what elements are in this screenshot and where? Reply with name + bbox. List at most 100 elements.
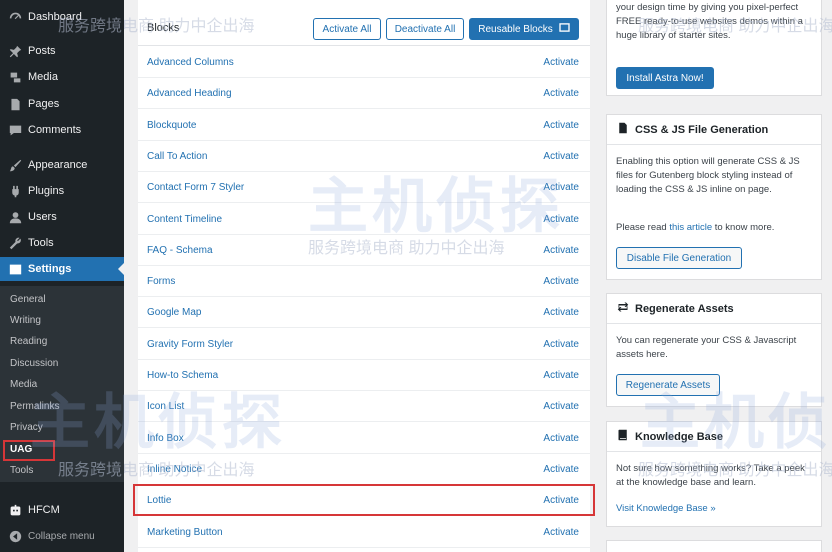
dashboard-icon [8,10,22,24]
block-row: How-to Schema Activate [138,360,590,391]
menu-label: Tools [28,237,54,249]
block-activate-link[interactable]: Activate [543,339,579,350]
block-row: Marketing Button Activate [138,517,590,548]
regenerate-panel: Regenerate Assets You can regenerate you… [606,293,822,407]
block-name[interactable]: How-to Schema [147,370,218,381]
read-suffix: to know more. [712,222,775,233]
submenu-general[interactable]: General [10,294,46,305]
submenu-reading[interactable]: Reading [10,336,47,347]
block-name[interactable]: Inline Notice [147,464,202,475]
block-name[interactable]: Advanced Columns [147,57,234,68]
disable-file-generation-button[interactable]: Disable File Generation [616,247,742,269]
menu-users[interactable]: Users [0,205,124,229]
collapse-menu-button[interactable]: Collapse menu [0,524,124,548]
block-activate-link[interactable]: Activate [543,276,579,287]
brush-icon [8,158,22,172]
refresh-icon [617,301,635,316]
menu-appearance[interactable]: Appearance [0,153,124,177]
block-name[interactable]: Contact Form 7 Styler [147,182,244,193]
menu-label: Pages [28,98,60,110]
external-link-icon [559,23,570,35]
submenu-writing[interactable]: Writing [10,315,41,326]
submenu-privacy[interactable]: Privacy [10,422,43,433]
block-activate-link[interactable]: Activate [543,464,579,475]
block-row: Gravity Form Styler Activate [138,329,590,360]
install-astra-button[interactable]: Install Astra Now! [616,67,714,89]
menu-posts[interactable]: Posts [0,39,124,63]
menu-settings[interactable]: Settings [0,257,124,281]
menu-label: Appearance [28,159,88,171]
menu-label: HFCM [28,504,60,516]
menu-label: Dashboard [28,11,82,23]
this-article-link[interactable]: this article [669,222,712,233]
block-name[interactable]: Blockquote [147,120,196,131]
block-activate-link[interactable]: Activate [543,88,579,99]
menu-tools[interactable]: Tools [0,231,124,255]
collapse-icon [8,529,22,543]
block-name[interactable]: Gravity Form Styler [147,339,233,350]
uag-highlight-box [3,440,55,461]
block-name[interactable]: FAQ - Schema [147,245,213,256]
block-name[interactable]: Call To Action [147,151,207,162]
regenerate-text: You can regenerate your CSS & Javascript… [616,335,797,360]
block-row: Info Box Activate [138,423,590,454]
pin-icon [8,44,22,58]
block-activate-link[interactable]: Activate [543,433,579,444]
block-row: Inline Notice Activate [138,454,590,485]
block-activate-link[interactable]: Activate [543,214,579,225]
blocks-header: Blocks Activate All Deactivate All Reusa… [138,0,590,46]
astra-text: your design time by giving you pixel-per… [616,2,803,41]
menu-dashboard[interactable]: Dashboard [0,5,124,29]
menu-hfcm[interactable]: HFCM [0,498,124,522]
block-activate-link[interactable]: Activate [543,370,579,381]
submenu-permalinks[interactable]: Permalinks [10,401,59,412]
block-name[interactable]: Icon List [147,401,184,412]
block-row: Blockquote Activate [138,110,590,141]
astra-panel: your design time by giving you pixel-per… [606,0,822,96]
visit-knowledge-base-link[interactable]: Visit Knowledge Base » [616,502,814,516]
block-row: Content Timeline Activate [138,204,590,235]
block-name[interactable]: Advanced Heading [147,88,232,99]
block-name[interactable]: Info Box [147,433,184,444]
blocks-title: Blocks [147,22,180,34]
block-name[interactable]: Content Timeline [147,214,222,225]
css-js-text: Enabling this option will generate CSS &… [616,156,800,195]
block-activate-link[interactable]: Activate [543,120,579,131]
menu-label: Plugins [28,185,65,197]
block-row: Icon List Activate [138,391,590,423]
read-prefix: Please read [616,222,670,233]
menu-pages[interactable]: Pages [0,92,124,116]
menu-plugins[interactable]: Plugins [0,179,124,203]
submenu-discussion[interactable]: Discussion [10,358,58,369]
submenu-tools[interactable]: Tools [10,465,33,476]
regenerate-assets-button[interactable]: Regenerate Assets [616,374,720,396]
block-row: Call To Action Activate [138,141,590,172]
book-icon [617,429,635,444]
block-name[interactable]: Forms [147,276,175,287]
css-js-header: CSS & JS File Generation [607,115,821,145]
regenerate-header: Regenerate Assets [607,294,821,324]
block-activate-link[interactable]: Activate [543,527,579,538]
block-activate-link[interactable]: Activate [543,245,579,256]
block-activate-link[interactable]: Activate [543,182,579,193]
block-name[interactable]: Marketing Button [147,527,223,538]
knowledge-panel: Knowledge Base Not sure how something wo… [606,421,822,527]
deactivate-all-button[interactable]: Deactivate All [386,18,464,40]
block-activate-link[interactable]: Activate [543,151,579,162]
activate-all-button[interactable]: Activate All [313,18,381,40]
reusable-blocks-button[interactable]: Reusable Blocks [469,18,579,40]
menu-comments[interactable]: Comments [0,118,124,142]
admin-sidebar: Dashboard Posts Media Pages Comments App… [0,0,124,552]
block-activate-link[interactable]: Activate [543,401,579,412]
css-js-panel: CSS & JS File Generation Enabling this o… [606,114,822,280]
block-name[interactable]: Google Map [147,307,201,318]
css-js-read-more: Please read this article to know more. [616,221,814,235]
menu-media[interactable]: Media [0,65,124,89]
active-arrow [118,263,124,275]
block-row: Advanced Heading Activate [138,78,590,110]
block-activate-link[interactable]: Activate [543,307,579,318]
block-row: Google Map Activate [138,297,590,329]
block-activate-link[interactable]: Activate [543,57,579,68]
pages-icon [8,97,22,111]
submenu-media[interactable]: Media [10,379,37,390]
